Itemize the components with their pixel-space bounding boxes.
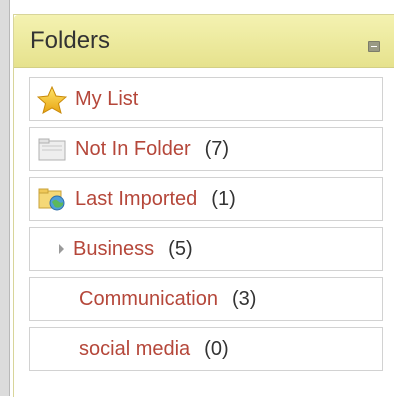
folder-label: Business <box>73 237 155 260</box>
folder-item-social-media[interactable]: social media (0) <box>29 327 383 371</box>
left-border <box>0 0 10 396</box>
folder-count: (3) <box>231 287 257 310</box>
folder-item-communication[interactable]: Communication (3) <box>29 277 383 321</box>
collapse-icon[interactable] <box>368 41 380 52</box>
import-folder-icon <box>37 186 67 212</box>
folder-icon <box>37 136 67 162</box>
folder-label: My List <box>75 87 139 110</box>
folders-panel: Folders My List Not In Folder (7) Last I… <box>13 14 394 397</box>
folder-label: Last Imported <box>75 187 198 210</box>
panel-title: Folders <box>30 27 111 54</box>
folder-count: (7) <box>204 137 230 160</box>
folder-item-not-in-folder[interactable]: Not In Folder (7) <box>29 127 383 171</box>
folder-count: (0) <box>204 337 229 360</box>
panel-header: Folders <box>14 15 394 68</box>
folder-item-my-list[interactable]: My List <box>29 77 383 121</box>
expand-arrow-icon[interactable] <box>59 244 64 254</box>
folder-label: Communication <box>79 287 218 310</box>
folder-label: Not In Folder <box>75 137 191 160</box>
folder-item-last-imported[interactable]: Last Imported (1) <box>29 177 383 221</box>
folder-label: social media <box>79 337 191 360</box>
folder-item-business[interactable]: Business (5) <box>29 227 383 271</box>
folder-count: (5) <box>168 237 193 260</box>
folder-list: My List Not In Folder (7) Last Imported … <box>29 77 383 377</box>
folder-count: (1) <box>211 187 236 210</box>
star-icon <box>36 85 68 115</box>
